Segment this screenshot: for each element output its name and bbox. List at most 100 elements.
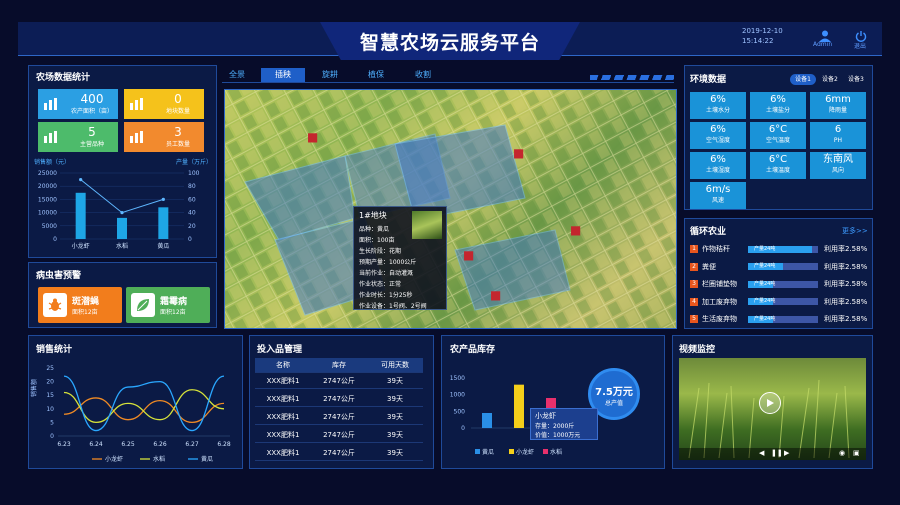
env-metric[interactable]: 6% 空气湿度 (690, 122, 746, 149)
stat-value: 400 (80, 92, 104, 106)
logout-label[interactable]: 退出 (854, 41, 866, 50)
cycle-index: 2 (690, 262, 698, 271)
env-label: 土壤水分 (705, 107, 730, 114)
tractor-icon[interactable]: ■ (307, 130, 318, 144)
line-point (79, 178, 83, 182)
device-tab-3[interactable]: 设备3 (848, 74, 864, 85)
cycle-row[interactable]: 1 作物秸秆 产量24吨 利用率2.58% (690, 242, 868, 256)
env-label: 土壤盐分 (765, 107, 790, 114)
tractor-icon[interactable]: ■ (513, 146, 524, 160)
x-tick-label: 6.24 (89, 441, 103, 448)
env-metric[interactable]: 东南风 风向 (810, 152, 866, 179)
y-tick-label: 15 (46, 392, 54, 399)
stat-card[interactable]: 3 员工数量 (124, 122, 204, 152)
cycle-more-link[interactable]: 更多>> (842, 226, 868, 236)
y-tick-label: 25000 (38, 170, 57, 177)
env-label: PH (833, 137, 843, 144)
tab-transplant[interactable]: 插秧 (261, 68, 305, 82)
legend-label: 小龙虾 (516, 448, 534, 456)
env-metric[interactable]: 6mm 降雨量 (810, 92, 866, 119)
bar[interactable] (117, 217, 127, 239)
prev-icon[interactable]: ◀ (759, 449, 764, 457)
video-title: 视频监控 (679, 345, 716, 355)
tractor-icon[interactable]: ■ (570, 223, 581, 237)
y-tick-label: 1000 (450, 392, 465, 399)
next-icon[interactable]: ▶ (784, 449, 789, 457)
pest-name: 霜霉病 (160, 297, 188, 307)
user-icon[interactable] (818, 27, 832, 42)
env-metric[interactable]: 6m/s 风速 (690, 182, 746, 209)
x-tick-label: 6.23 (57, 441, 71, 448)
cycle-row[interactable]: 3 栏圈铺垫物 产量24吨 利用率2.58% (690, 277, 868, 291)
farm-map[interactable]: ■ ■ ■ ■ ■ 1#地块 品种：黄瓜 面积：100亩 生长阶段：花期 预期产量：1… (224, 89, 677, 329)
cycle-row[interactable]: 4 加工废弃物 产量24吨 利用率2.58% (690, 295, 868, 309)
popup-row: 作业设备：1号阀、2号阀 (359, 303, 427, 310)
header-date: 2019-12-10 (742, 27, 783, 35)
volume-icon[interactable]: ◉ (839, 449, 845, 457)
leaf-icon (131, 293, 155, 317)
line-point (161, 197, 165, 201)
env-metric[interactable]: 6°C 空气温度 (750, 122, 806, 149)
stat-value: 5 (88, 125, 96, 139)
legend-swatch (475, 449, 480, 454)
power-icon[interactable] (855, 27, 867, 42)
table-cell: 39天 (387, 413, 403, 421)
pest-card-2[interactable]: 霜霉病 面积12亩 (126, 287, 210, 323)
table-row[interactable]: XXX肥料1 2747公斤 39天 (255, 428, 423, 443)
env-label: 空气湿度 (705, 137, 730, 144)
cycle-row[interactable]: 2 粪便 产量24吨 利用率2.58% (690, 260, 868, 274)
tab-panorama[interactable]: 全景 (224, 68, 250, 82)
bar[interactable] (158, 207, 169, 239)
cycle-bar-label: 产量24吨 (754, 263, 776, 269)
cycle-rate: 利用率2.58% (824, 315, 868, 323)
tab-rotary[interactable]: 旋耕 (315, 68, 345, 82)
tooltip-stock: 存量：2000斤 (535, 423, 575, 430)
tab-harvest[interactable]: 收割 (408, 68, 438, 82)
pest-card-1[interactable]: 斑潜蝇 面积12亩 (38, 287, 122, 323)
env-value: 6°C (768, 124, 788, 135)
device-tab-2[interactable]: 设备2 (822, 74, 838, 85)
table-row[interactable]: XXX肥料1 2747公斤 39天 (255, 374, 423, 389)
pause-icon[interactable]: ❚❚ (771, 449, 783, 457)
sales-line-chart: 销售额 25 20 15 10 5 06.23 6.24 6.25 6.26 6.27 6.28 小龙虾… (30, 365, 231, 463)
table-row[interactable]: XXX肥料1 2747公斤 39天 (255, 446, 423, 461)
play-button[interactable] (759, 392, 781, 414)
series-line (63, 375, 225, 432)
env-metric[interactable]: 6% 土壤水分 (690, 92, 746, 119)
farm-bar-chart: 销售额（元） 产量（万斤） 25000 20000 15000 10000 5000 0 100… (34, 158, 212, 250)
popup-row: 作业时长：1分25秒 (359, 292, 413, 299)
staff-icon (124, 122, 152, 152)
table-cell: 39天 (387, 431, 403, 439)
video-player[interactable]: ◀ ❚❚ ▶ ◉ ▣ (679, 358, 866, 460)
device-tab-1[interactable]: 设备1 (790, 74, 816, 85)
env-metric[interactable]: 6% 土壤盐分 (750, 92, 806, 119)
cycle-index: 5 (690, 315, 698, 323)
stock-title: 农产品库存 (450, 345, 496, 355)
cycle-row[interactable]: 5 生活废弃物 产量24吨 利用率2.58% (690, 312, 868, 326)
table-cell: 2747公斤 (323, 395, 355, 403)
bar[interactable] (482, 413, 492, 428)
env-metric[interactable]: 6 PH (810, 122, 866, 149)
env-label: 风向 (831, 167, 844, 174)
bar[interactable] (514, 384, 524, 428)
env-label: 风速 (711, 197, 724, 204)
tractor-icon[interactable]: ■ (490, 288, 501, 302)
stat-card[interactable]: 400 农产面积（亩） (38, 89, 118, 119)
table-cell: XXX肥料1 (266, 413, 300, 421)
sales-title: 销售统计 (36, 345, 73, 355)
tab-plant-protect[interactable]: 植保 (361, 68, 391, 82)
fullscreen-icon[interactable]: ▣ (853, 449, 860, 457)
tractor-icon[interactable]: ■ (463, 248, 474, 262)
cycle-bar-label: 产量24吨 (754, 245, 776, 252)
stat-label: 员工数量 (165, 141, 190, 148)
y-tick-label: 5000 (42, 223, 57, 230)
env-metric[interactable]: 6% 土壤湿度 (690, 152, 746, 179)
stat-card[interactable]: 0 地块数量 (124, 89, 204, 119)
table-row[interactable]: XXX肥料1 2747公斤 39天 (255, 410, 423, 425)
user-name[interactable]: Admin (813, 41, 832, 48)
stat-card[interactable]: 5 主营品种 (38, 122, 118, 152)
table-row[interactable]: XXX肥料1 2747公斤 39天 (255, 392, 423, 407)
variety-icon (38, 122, 66, 152)
env-metric[interactable]: 6°C 土壤温度 (750, 152, 806, 179)
bar[interactable] (75, 192, 86, 239)
